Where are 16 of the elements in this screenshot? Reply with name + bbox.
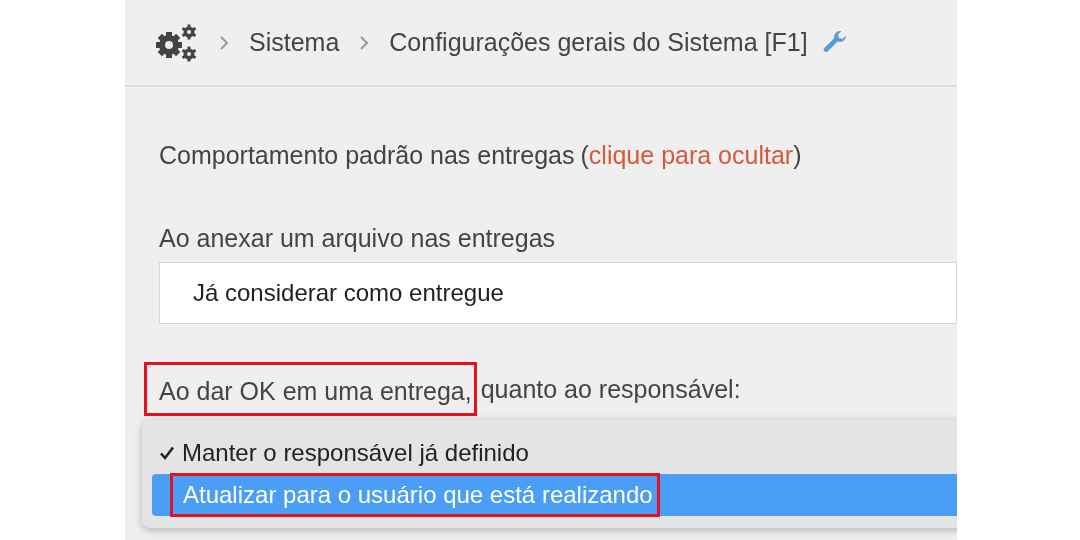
section-title: Comportamento padrão nas entregas [159, 140, 575, 171]
field-label: Ao anexar um arquivo nas entregas [159, 223, 557, 254]
breadcrumb-item[interactable]: Configurações gerais do Sistema [F1] [389, 23, 808, 62]
field-label: Ao dar OK em uma entrega, [144, 362, 477, 416]
breadcrumb-item[interactable]: Sistema [249, 23, 340, 62]
gears-icon [153, 22, 199, 63]
paren-open: ( [580, 140, 589, 171]
dropdown-option[interactable]: Manter o responsável já definido [152, 432, 957, 474]
checkmark-icon [159, 445, 175, 461]
option-label: Atualizar para o usuário que está realizando [170, 473, 660, 517]
option-label: Manter o responsável já definido [182, 438, 529, 468]
field-label: quanto ao responsável: [480, 374, 741, 405]
paren-close: ) [793, 140, 802, 171]
chevron-icon [219, 34, 229, 51]
chevron-icon [359, 34, 370, 51]
select-field[interactable]: Já considerar como entregue [159, 262, 957, 324]
